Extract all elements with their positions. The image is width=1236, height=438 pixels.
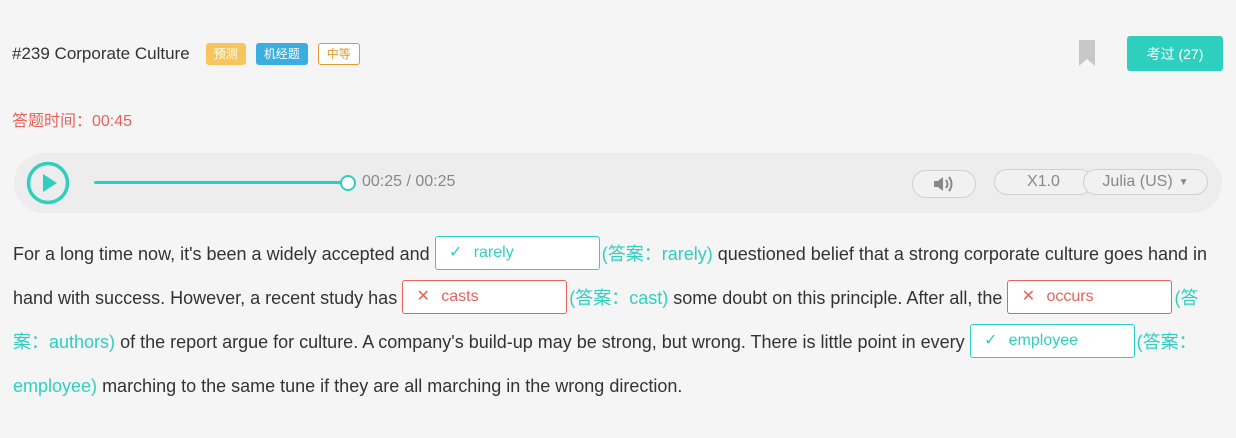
passage-text: For a long time now, it's been a widely …	[13, 244, 430, 264]
passage-text: some doubt on this principle. After all,…	[673, 288, 1003, 308]
volume-button[interactable]	[912, 170, 976, 198]
answer-timer: 答题时间：00:45	[12, 113, 133, 130]
audio-player: 00:25 / 00:25 X1.0 Julia (US) ▼	[14, 153, 1222, 213]
answer-blank-4[interactable]: ✓ employee	[969, 324, 1135, 359]
tag-machine-question: 机经题	[255, 43, 308, 65]
passage: For a long time now, it's been a widely …	[13, 232, 1228, 408]
voice-select[interactable]: Julia (US) ▼	[1083, 169, 1208, 195]
speed-button[interactable]: X1.0	[994, 169, 1093, 195]
passage-text: of the report argue for culture. A compa…	[120, 332, 965, 352]
progress-bar[interactable]	[94, 181, 348, 184]
progress-handle[interactable]	[340, 175, 356, 191]
question-title: #239 Corporate Culture	[12, 44, 190, 63]
check-icon: ✓	[983, 332, 998, 350]
passage-text: marching to the same tune if they are al…	[102, 376, 683, 396]
time-display: 00:25 / 00:25	[362, 173, 456, 190]
cross-icon: ✕	[416, 288, 430, 306]
blank-value: employee	[1008, 332, 1079, 350]
correct-answer: (答案：rarely)	[601, 244, 713, 264]
tag-difficulty: 中等	[317, 43, 360, 65]
blank-value: occurs	[1046, 288, 1094, 306]
tag-predict: 预测	[205, 43, 246, 65]
caret-down-icon: ▼	[1178, 176, 1189, 188]
cross-icon: ✕	[1021, 288, 1036, 306]
voice-label: Julia (US)	[1102, 173, 1173, 190]
question-header: #239 Corporate Culture 预测 机经题 中等	[12, 40, 360, 68]
speaker-icon	[934, 176, 953, 192]
check-icon: ✓	[449, 244, 463, 262]
blank-value: casts	[441, 288, 479, 306]
answer-blank-2[interactable]: ✕ casts	[402, 280, 568, 315]
bookmark-icon[interactable]	[1079, 40, 1095, 66]
play-icon[interactable]	[26, 161, 70, 205]
answer-blank-3[interactable]: ✕ occurs	[1007, 280, 1173, 315]
blank-value: rarely	[473, 244, 514, 262]
taken-count-button[interactable]: 考过 (27)	[1127, 36, 1223, 71]
correct-answer: (答案：cast)	[569, 288, 669, 308]
answer-blank-1[interactable]: ✓ rarely	[434, 236, 600, 271]
